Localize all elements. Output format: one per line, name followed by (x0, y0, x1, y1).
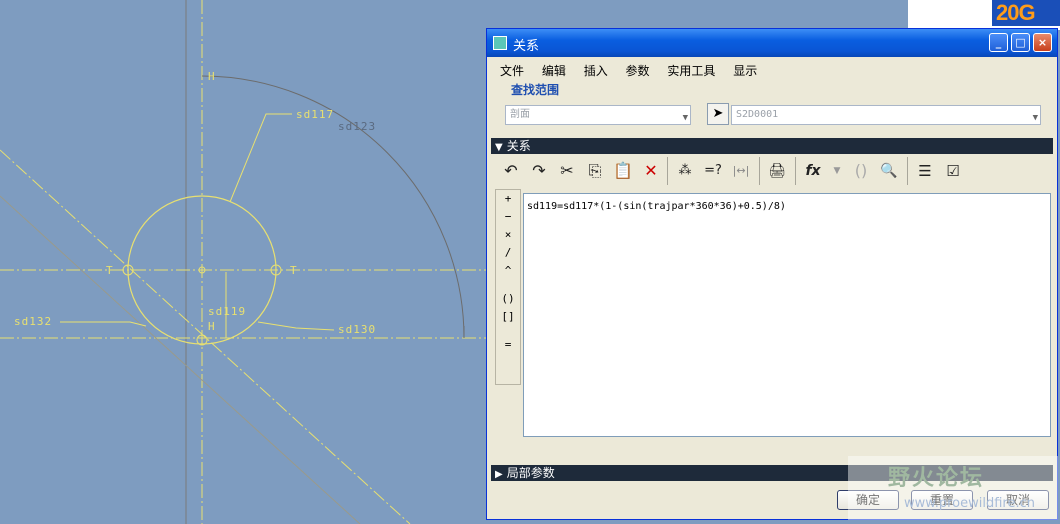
dimension-sd130[interactable]: sd130 (338, 323, 376, 336)
operator-brackets[interactable]: [] (496, 308, 520, 326)
dimension-sd123[interactable]: sd123 (338, 120, 376, 133)
cursor-icon: ➤ (712, 106, 724, 121)
relations-dialog: 关系 _ □ × 文件 编辑 插入 参数 实用工具 显示 查找范围 剖面 ▼ ➤… (486, 28, 1058, 520)
find-scope-legend: 查找范围 (511, 83, 560, 97)
toolbar-separator (667, 157, 668, 185)
constraint-h-bottom: H (208, 320, 216, 333)
forum-watermark: 野火论坛 www.proewildfire.cn (848, 456, 1058, 520)
toolbar-separator (907, 157, 908, 185)
dialog-titlebar[interactable]: 关系 _ □ × (487, 29, 1057, 57)
relations-section-header[interactable]: ▼ 关系 (491, 138, 1053, 154)
sort-icon[interactable]: 🖨 (765, 158, 789, 184)
menu-display[interactable]: 显示 (730, 60, 760, 81)
dimension-sd132[interactable]: sd132 (14, 315, 52, 328)
dimension-sd119[interactable]: sd119 (208, 305, 246, 318)
delete-icon[interactable]: ✕ (639, 158, 663, 184)
redo-icon[interactable]: ↷ (527, 158, 551, 184)
show-all-icon[interactable]: ☰ (913, 158, 937, 184)
background-app-strip: 20G (908, 0, 1060, 30)
sd130-leader (257, 321, 335, 331)
operator-parentheses[interactable]: () (496, 290, 520, 308)
menu-utilities[interactable]: 实用工具 (664, 60, 718, 81)
local-params-section-label: 局部参数 (506, 466, 555, 480)
chevron-down-icon: ▼ (1032, 113, 1038, 123)
relation-line: sd119=sd117*(1-(sin(trajpar*360*36)+0.5)… (527, 201, 786, 212)
maximize-button[interactable]: □ (1011, 33, 1030, 52)
operator-divide[interactable]: / (496, 244, 520, 262)
evaluate-icon[interactable]: ⁂ (673, 158, 697, 184)
toolbar-separator (795, 157, 796, 185)
watermark-url: www.proewildfire.cn (904, 496, 1035, 511)
chevron-down-icon: ▼ (682, 113, 688, 123)
units-icon[interactable]: 🔍 (877, 158, 901, 184)
operator-spacer (496, 326, 520, 336)
relations-toolbar: ↶ ↷ ✂ ⎘ 📋 ✕ ⁂ =? |↔| 🖨 fx ▼ () 🔍 ☰ ☑ (493, 155, 969, 187)
check-icon[interactable]: ☑ (941, 158, 965, 184)
dialog-icon (493, 36, 507, 50)
constraint-h-top: H (208, 70, 216, 83)
operator-power[interactable]: ^ (496, 262, 520, 280)
operator-plus[interactable]: + (496, 190, 520, 208)
operator-minus[interactable]: − (496, 208, 520, 226)
relations-editor[interactable]: sd119=sd117*(1-(sin(trajpar*360*36)+0.5)… (523, 193, 1051, 437)
menu-file[interactable]: 文件 (497, 60, 527, 81)
menu-edit[interactable]: 编辑 (539, 60, 569, 81)
constraint-t-right: T (290, 264, 298, 277)
select-cursor-button[interactable]: ➤ (707, 103, 729, 125)
parenthesis-icon[interactable]: () (849, 158, 873, 184)
dimension-sd117[interactable]: sd117 (296, 108, 334, 121)
sd132-leader (60, 321, 147, 327)
operator-column: + − × / ^ () [] = (495, 189, 521, 385)
constraint-t-left: T (106, 264, 114, 277)
menu-parameters[interactable]: 参数 (623, 60, 653, 81)
menu-bar: 文件 编辑 插入 参数 实用工具 显示 (497, 60, 1051, 80)
app-logo: 20G (992, 0, 1060, 26)
close-button[interactable]: × (1033, 33, 1052, 52)
object-select[interactable]: S2D0001 ▼ (731, 105, 1041, 125)
operator-spacer (496, 280, 520, 290)
relations-section-label: 关系 (506, 139, 531, 153)
chevron-down-icon[interactable]: ▼ (825, 158, 849, 184)
scope-select[interactable]: 剖面 ▼ (505, 105, 691, 125)
diagonal-reference-line (0, 195, 361, 524)
scope-select-value: 剖面 (510, 109, 530, 120)
operator-multiply[interactable]: × (496, 226, 520, 244)
find-scope-group: 查找范围 剖面 ▼ ➤ S2D0001 ▼ (495, 81, 1049, 129)
menu-insert[interactable]: 插入 (581, 60, 611, 81)
sd117-leader (229, 113, 292, 203)
watermark-title: 野火论坛 (888, 466, 985, 491)
toolbar-separator (759, 157, 760, 185)
dimension-icon[interactable]: |↔| (729, 158, 753, 184)
undo-icon[interactable]: ↶ (499, 158, 523, 184)
diagonal-centerline (0, 149, 411, 524)
expand-triangle-icon: ▶ (495, 469, 503, 480)
cut-icon[interactable]: ✂ (555, 158, 579, 184)
collapse-triangle-icon: ▼ (495, 142, 503, 153)
function-icon[interactable]: fx (801, 158, 825, 184)
dialog-title: 关系 (513, 39, 540, 54)
verify-icon[interactable]: =? (701, 158, 725, 184)
paste-icon[interactable]: 📋 (611, 158, 635, 184)
minimize-button[interactable]: _ (989, 33, 1008, 52)
object-select-value: S2D0001 (736, 109, 779, 120)
copy-icon[interactable]: ⎘ (583, 158, 607, 184)
operator-equals[interactable]: = (496, 336, 520, 354)
